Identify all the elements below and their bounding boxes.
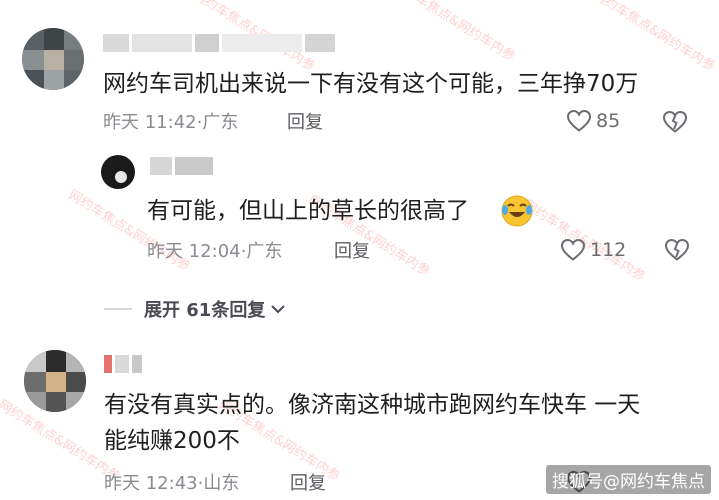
avatar[interactable] [101,155,135,189]
comment-timestamp: 昨天 12:43·山东 [104,473,240,494]
expand-replies-label: 展开 61条回复 [144,300,266,321]
comment-location: 广东 [246,241,283,262]
comment-text: 能纯赚200不 [104,428,240,454]
reply-button[interactable]: 回复 [334,241,370,263]
comment-text: 网约车司机出来说一下有没有这个可能，三年挣70万 [103,71,639,97]
username-redacted[interactable] [103,34,338,52]
comment-time: 昨天 11:42 [103,112,197,133]
chevron-down-icon [271,305,286,314]
like-button[interactable]: 85 [566,109,620,133]
comment-text: 有可能，但山上的草长的很高了 [147,198,469,224]
comment-time: 昨天 12:04 [147,241,241,262]
source-watermark: 搜狐号@网约车焦点 [546,465,711,494]
comment-time: 昨天 12:43 [104,473,198,494]
laughing-tears-emoji [501,195,533,227]
comment-text: 有没有真实点的。像济南这种城市跑网约车快车 一天 [104,392,641,418]
like-button[interactable]: 112 [560,238,626,262]
reply-button[interactable]: 回复 [290,473,326,495]
watermark-text: 网约车焦点&网约车内参 [390,0,518,65]
expand-replies-button[interactable]: 展开 61条回复 [104,296,286,322]
username-redacted[interactable] [150,157,216,175]
like-count: 85 [596,110,621,132]
comment-timestamp: 昨天 11:42·广东 [103,112,239,133]
broken-heart-icon[interactable] [664,238,690,262]
heart-icon [560,238,586,261]
avatar[interactable] [22,28,84,90]
broken-heart-icon[interactable] [662,110,688,134]
reply-button[interactable]: 回复 [287,112,323,134]
avatar[interactable] [24,350,86,412]
comment-location: 广东 [202,112,239,133]
divider [104,308,132,310]
heart-icon [566,109,592,132]
comment-timestamp: 昨天 12:04·广东 [147,241,283,262]
comment-location: 山东 [203,473,240,494]
watermark-text: 网约车焦点&网约车内参 [590,0,718,75]
username-redacted[interactable] [104,355,145,373]
like-count: 112 [590,239,627,261]
